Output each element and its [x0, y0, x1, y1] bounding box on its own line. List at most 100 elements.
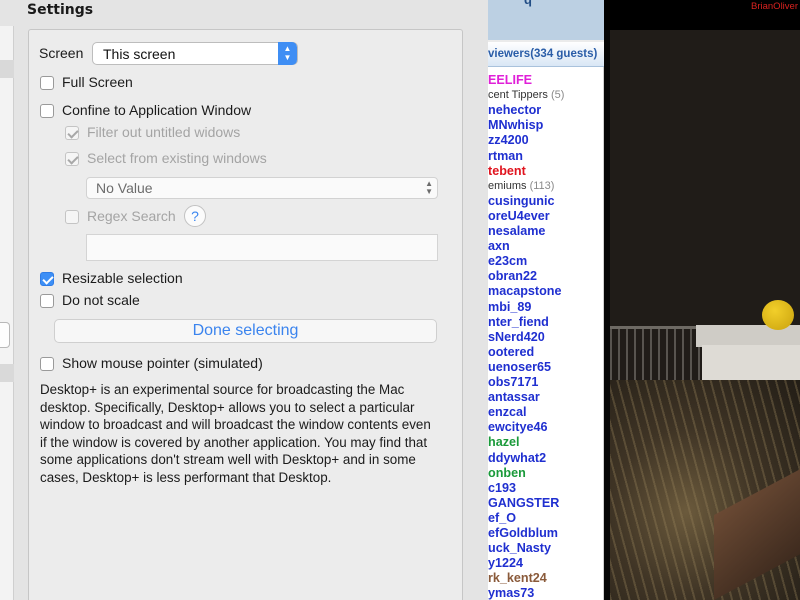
do-not-scale-label: Do not scale — [62, 292, 140, 308]
screen-select-value: This screen — [103, 46, 176, 62]
done-selecting-button[interactable]: Done selecting — [54, 319, 437, 343]
topbar-text: q — [524, 0, 532, 7]
viewer-list-item[interactable]: obs7171 — [488, 375, 538, 390]
viewer-list-item[interactable]: efGoldblum — [488, 526, 558, 541]
viewer-name: cent Tippers — [488, 89, 548, 102]
viewer-list-item[interactable]: nter_fiend — [488, 315, 549, 330]
viewer-name: ef_O — [488, 510, 516, 525]
select-existing-checkbox[interactable] — [65, 152, 79, 166]
viewer-name: tebent — [488, 163, 526, 178]
sidebar-button[interactable] — [0, 322, 10, 348]
viewer-name: y1224 — [488, 556, 524, 571]
viewer-list-item[interactable]: obran22 — [488, 269, 537, 284]
viewer-list-item[interactable]: uck_Nasty — [488, 541, 551, 556]
regex-search-input[interactable] — [86, 234, 438, 261]
viewer-list-item[interactable]: GANGSTER — [488, 496, 559, 511]
video-stream: BrianOliver — [604, 0, 800, 600]
viewer-list-header: viewers(334 guests) — [488, 42, 604, 67]
settings-window: Settings Screen This screen ▲ ▼ Full Scre… — [0, 0, 488, 600]
viewer-list-item[interactable]: MNwhisp — [488, 118, 543, 133]
viewer-name: enzcal — [488, 405, 527, 420]
viewer-list-item[interactable]: nesalame — [488, 224, 545, 239]
video-watermark: BrianOliver — [751, 1, 798, 12]
viewer-name: rk_kent24 — [488, 571, 547, 586]
viewer-list-item[interactable]: cusingunic — [488, 194, 554, 209]
viewer-panel: q viewers(334 guests) EELIFE cent Tippers… — [488, 0, 604, 600]
viewer-list-item[interactable]: oreU4ever — [488, 209, 550, 224]
viewer-list-item[interactable]: e23cm — [488, 254, 527, 269]
viewer-name: c193 — [488, 480, 517, 495]
viewer-list-item[interactable]: enzcal — [488, 405, 527, 420]
viewer-name: antassar — [488, 390, 540, 405]
full-screen-checkbox[interactable] — [40, 76, 54, 90]
full-screen-label: Full Screen — [62, 74, 133, 90]
window-select-value: No Value — [96, 180, 153, 196]
help-icon[interactable]: ? — [184, 205, 206, 227]
viewer-list-item[interactable]: ef_O — [488, 511, 516, 526]
regex-search-label: Regex Search — [87, 208, 176, 224]
window-title: Settings — [27, 2, 94, 18]
viewer-list-item[interactable]: hazel — [488, 435, 520, 450]
viewer-list-item[interactable]: c193 — [488, 481, 516, 496]
viewer-list-item[interactable]: antassar — [488, 390, 540, 405]
viewer-list-item[interactable]: tebent — [488, 164, 526, 179]
viewer-list-item[interactable]: rk_kent24 — [488, 571, 547, 586]
show-mouse-pointer-checkbox[interactable] — [40, 357, 54, 371]
screen-label: Screen — [39, 45, 84, 61]
viewer-list-item[interactable]: y1224 — [488, 556, 523, 571]
confine-window-label: Confine to Application Window — [62, 102, 252, 118]
show-mouse-pointer-label: Show mouse pointer (simulated) — [62, 355, 263, 371]
viewer-name: efGoldblum — [488, 526, 558, 540]
confine-window-checkbox[interactable] — [40, 104, 54, 118]
viewer-list-item[interactable]: rtman — [488, 149, 523, 164]
scene-fruit — [762, 300, 794, 330]
window-select[interactable]: No Value ▲ ▼ — [86, 177, 438, 199]
chevron-updown-icon: ▲ ▼ — [425, 179, 433, 196]
do-not-scale-checkbox[interactable] — [40, 294, 54, 308]
description-text: Desktop+ is an experimental source for b… — [40, 382, 431, 485]
viewer-list-item[interactable]: ewcitye46 — [488, 420, 548, 435]
viewer-list-item[interactable]: ymas73 — [488, 586, 534, 600]
chevron-updown-icon: ▲ ▼ — [278, 42, 297, 65]
viewer-name: sNerd420 — [488, 329, 545, 344]
viewer-name: hazel — [488, 435, 520, 450]
viewer-name: ddywhat2 — [488, 450, 547, 465]
viewer-name: EELIFE — [488, 73, 533, 87]
viewer-list-item[interactable]: EELIFE — [488, 73, 532, 88]
screen-select[interactable]: This screen ▲ ▼ — [92, 42, 298, 65]
filter-untitled-checkbox[interactable] — [65, 126, 79, 140]
left-sidebar-edge — [0, 26, 14, 600]
viewer-section-header: emiums (113) — [488, 179, 554, 194]
viewer-name: onben — [488, 465, 526, 480]
viewer-name: ootered — [488, 344, 535, 359]
viewer-list-item[interactable]: ootered — [488, 345, 534, 360]
viewer-name: axn — [488, 239, 510, 254]
resizable-selection-checkbox[interactable] — [40, 272, 54, 286]
viewer-name: MNwhisp — [488, 118, 544, 133]
viewer-list-item[interactable]: zz4200 — [488, 133, 529, 148]
viewer-name: obran22 — [488, 269, 537, 284]
viewer-count: (113) — [526, 179, 555, 192]
viewer-topbar: q — [488, 0, 604, 40]
viewer-list-item[interactable]: macapstone — [488, 284, 562, 299]
viewer-name: nesalame — [488, 224, 546, 238]
viewer-list-item[interactable]: axn — [488, 239, 510, 254]
viewer-list-item[interactable]: onben — [488, 466, 526, 481]
viewer-list-item[interactable]: ddywhat2 — [488, 451, 546, 466]
resizable-selection-label: Resizable selection — [62, 270, 183, 286]
viewer-name: rtman — [488, 148, 523, 163]
viewer-count: (5) — [547, 89, 565, 102]
sidebar-strip — [0, 60, 14, 78]
viewer-name: cusingunic — [488, 193, 555, 208]
viewer-name: macapstone — [488, 284, 562, 299]
viewer-name: obs7171 — [488, 375, 539, 389]
viewer-list-item[interactable]: mbi_89 — [488, 300, 531, 315]
viewer-list[interactable]: EELIFE cent Tippers (5) nehector MNwhisp zz4… — [488, 67, 604, 600]
viewer-list-item[interactable]: nehector — [488, 103, 541, 118]
viewer-name: ymas73 — [488, 586, 535, 600]
regex-search-checkbox[interactable] — [65, 210, 79, 224]
select-existing-label: Select from existing windows — [87, 150, 267, 166]
viewer-list-item[interactable]: sNerd420 — [488, 330, 545, 345]
viewer-name: nter_fiend — [488, 314, 549, 329]
viewer-list-item[interactable]: uenoser65 — [488, 360, 551, 375]
